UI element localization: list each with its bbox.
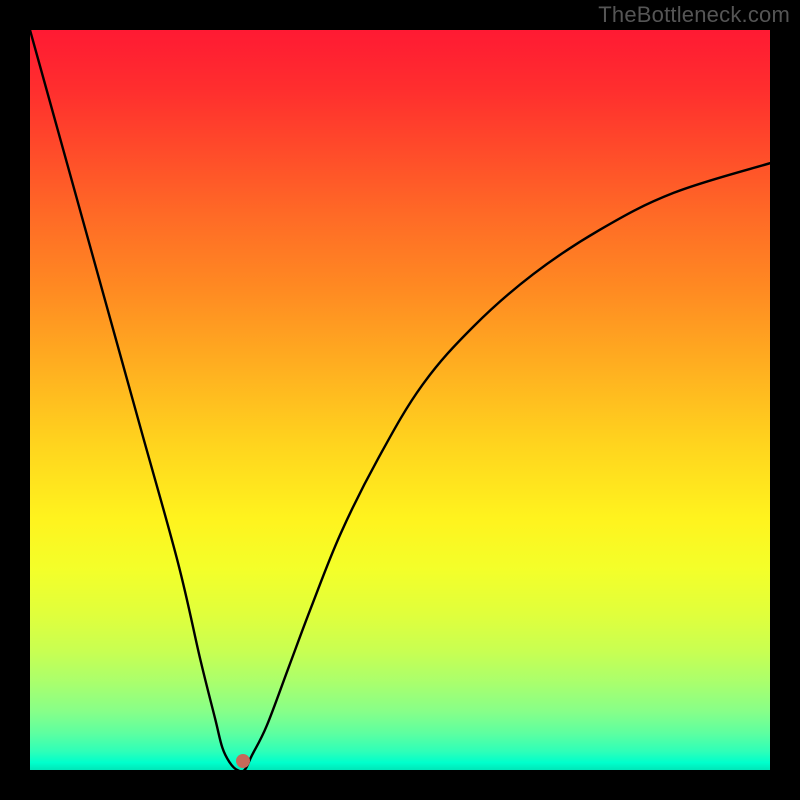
curve-layer xyxy=(30,30,770,770)
chart-container: TheBottleneck.com xyxy=(0,0,800,800)
plot-area xyxy=(30,30,770,770)
bottleneck-curve xyxy=(30,30,770,770)
minimum-marker xyxy=(236,754,250,768)
watermark-text: TheBottleneck.com xyxy=(598,2,790,28)
